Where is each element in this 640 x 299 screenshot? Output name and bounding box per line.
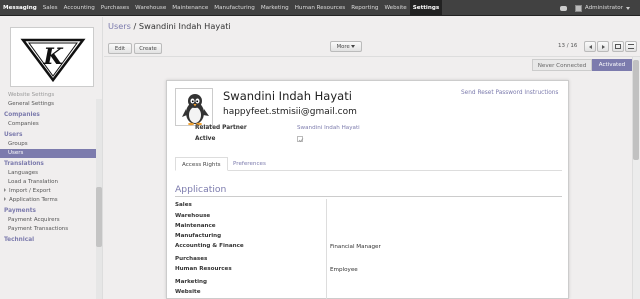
app-label-marketing: Marketing (175, 279, 208, 285)
form-view-icon (615, 44, 621, 49)
menu-messaging[interactable]: Messaging (0, 0, 40, 16)
related-partner-link[interactable]: Swandini Indah Hayati (297, 125, 360, 131)
top-menu-bar: Messaging Sales Accounting Purchases War… (0, 0, 640, 16)
form-sheet: Swandini Indah Hayati happyfeet.stmisii@… (166, 80, 569, 299)
breadcrumb-current: Swandini Indah Hayati (138, 21, 231, 31)
section-title-application: Application (175, 184, 227, 195)
chevron-down-icon (351, 45, 356, 48)
sidebar-item-application-terms[interactable]: Application Terms (0, 196, 96, 205)
sidebar-menu: Website Settings General Settings Compan… (0, 91, 96, 245)
more-label: More (336, 44, 350, 50)
company-logo: K (10, 27, 94, 87)
section-divider (175, 196, 562, 197)
arrow-right-icon (601, 44, 605, 49)
chat-icon[interactable] (559, 5, 567, 11)
sidebar-item-users[interactable]: Users (0, 149, 96, 158)
breadcrumb: Users / Swandini Indah Hayati (108, 21, 231, 31)
sidebar-item-payment-acquirers[interactable]: Payment Acquirers (0, 216, 96, 225)
menu-maintenance[interactable]: Maintenance (169, 0, 211, 16)
user-name: Administrator (584, 5, 623, 11)
sidebar-scrollbar-thumb[interactable] (96, 187, 102, 247)
previous-record-button[interactable] (584, 41, 596, 52)
send-reset-password-link[interactable]: Send Reset Password Instructions (461, 90, 558, 96)
app-value-human-resources[interactable]: Employee (330, 267, 358, 273)
menu-marketing[interactable]: Marketing (258, 0, 292, 16)
create-button[interactable]: Create (134, 43, 162, 54)
user-email-field: happyfeet.stmisii@gmail.com (223, 107, 357, 117)
app-label-warehouse: Warehouse (175, 213, 211, 219)
breadcrumb-separator: / (133, 21, 137, 31)
status-bar: Never Connected Activated (104, 57, 632, 73)
penguin-image (182, 94, 209, 126)
more-button[interactable]: More (330, 41, 362, 52)
menu-manufacturing[interactable]: Manufacturing (211, 0, 258, 16)
sidebar-item-payment-transactions[interactable]: Payment Transactions (0, 225, 96, 234)
expand-arrow-icon (4, 197, 6, 201)
list-view-button[interactable] (625, 41, 637, 52)
app-label-website: Website (175, 289, 201, 295)
app-label-manufacturing: Manufacturing (175, 233, 222, 239)
sidebar-heading-users: Users (4, 132, 23, 138)
sidebar-item-load-translation[interactable]: Load a Translation (0, 178, 96, 187)
app-menu: Messaging Sales Accounting Purchases War… (0, 0, 443, 16)
sidebar-heading-companies: Companies (4, 112, 40, 118)
menu-website[interactable]: Website (381, 0, 409, 16)
next-record-button[interactable] (597, 41, 609, 52)
sidebar-heading-technical: Technical (4, 237, 35, 243)
control-panel: Users / Swandini Indah Hayati Edit Creat… (104, 17, 640, 57)
avatar (574, 4, 582, 12)
chevron-down-icon (626, 6, 630, 10)
app-label-maintenance: Maintenance (175, 223, 216, 229)
sidebar-item-groups[interactable]: Groups (0, 140, 96, 149)
stage-never-connected: Never Connected (532, 59, 592, 71)
app-value-accounting-finance[interactable]: Financial Manager (330, 244, 381, 250)
menu-sales[interactable]: Sales (40, 0, 61, 16)
sidebar: K Website Settings General Settings Comp… (0, 17, 103, 299)
checkmark-icon (298, 138, 304, 143)
expand-arrow-icon (4, 188, 6, 192)
menu-accounting[interactable]: Accounting (61, 0, 98, 16)
menu-purchases[interactable]: Purchases (98, 0, 132, 16)
user-name-field: Swandini Indah Hayati (223, 89, 352, 103)
arrow-left-icon (588, 44, 592, 49)
active-checkbox (297, 136, 304, 143)
form-tabs: Access Rights Preferences (175, 155, 562, 171)
app-label-purchases: Purchases (175, 256, 208, 262)
sidebar-item-label: Application Terms (9, 197, 58, 203)
top-right-area: Administrator (559, 0, 630, 16)
menu-settings[interactable]: Settings (409, 0, 443, 16)
sidebar-item-companies[interactable]: Companies (0, 120, 96, 129)
active-label: Active (195, 136, 216, 142)
sidebar-item-languages[interactable]: Languages (0, 169, 96, 178)
app-label-sales: Sales (175, 202, 192, 208)
stage-activated: Activated (592, 59, 632, 71)
list-view-icon (628, 44, 634, 49)
app-label-human-resources: Human Resources (175, 266, 232, 272)
logo-letter: K (42, 44, 63, 70)
form-view-button[interactable] (612, 41, 624, 52)
sidebar-heading-payments: Payments (4, 208, 36, 214)
menu-reporting[interactable]: Reporting (348, 0, 381, 16)
breadcrumb-parent[interactable]: Users (108, 21, 131, 31)
user-photo[interactable] (175, 88, 213, 126)
edit-button[interactable]: Edit (108, 43, 132, 54)
menu-human-resources[interactable]: Human Resources (292, 0, 349, 16)
sidebar-item-website-settings[interactable]: Website Settings (0, 91, 96, 100)
main-scrollbar-thumb[interactable] (633, 60, 639, 160)
app-label-accounting-finance: Accounting & Finance (175, 243, 244, 249)
user-menu[interactable]: Administrator (574, 4, 630, 12)
related-partner-label: Related Partner (195, 125, 247, 131)
logo-image: K (20, 38, 86, 83)
sidebar-item-import-export[interactable]: Import / Export (0, 187, 96, 196)
menu-warehouse[interactable]: Warehouse (132, 0, 169, 16)
sidebar-item-label: Import / Export (9, 188, 51, 194)
tab-access-rights[interactable]: Access Rights (175, 157, 228, 171)
pager-counter: 13 / 16 (558, 43, 578, 49)
tab-preferences[interactable]: Preferences (227, 157, 272, 171)
column-divider (326, 199, 327, 299)
sidebar-item-general-settings[interactable]: General Settings (0, 100, 96, 109)
sidebar-heading-translations: Translations (4, 161, 44, 167)
